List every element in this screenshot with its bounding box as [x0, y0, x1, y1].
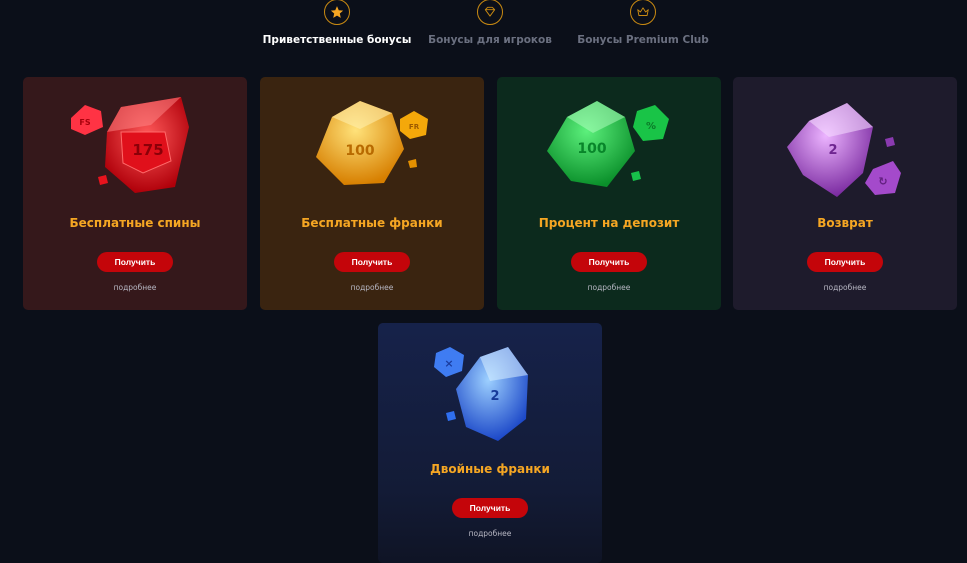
- get-bonus-button[interactable]: Получить: [452, 498, 528, 518]
- get-bonus-button[interactable]: Получить: [571, 252, 647, 272]
- tab-label: Бонусы Premium Club: [577, 34, 709, 46]
- tab-player-bonuses[interactable]: Бонусы для игроков: [428, 0, 552, 46]
- diamond-icon: [477, 0, 503, 25]
- gem-badge: ×: [444, 357, 453, 370]
- bonus-title: Бесплатные франки: [301, 216, 443, 230]
- get-bonus-button[interactable]: Получить: [97, 252, 173, 272]
- more-link[interactable]: подробнее: [497, 283, 721, 292]
- blue-gem-icon: 2 ×: [434, 347, 528, 441]
- gem-value: 175: [132, 141, 163, 159]
- gem-badge: %: [646, 121, 656, 132]
- bonus-card-deposit-percent: 100 % Процент на депозит Получить подроб…: [497, 77, 721, 310]
- bonus-title: Бесплатные спины: [69, 216, 201, 230]
- bonus-title: Возврат: [817, 216, 873, 230]
- bonus-tabs: Приветственные бонусы Бонусы для игроков…: [0, 0, 967, 60]
- gem-badge: FS: [79, 118, 90, 127]
- gem-value: 100: [577, 141, 606, 157]
- green-gem-icon: 100 %: [547, 101, 669, 187]
- bonus-card-free-spins: FS 175 Бесплатные спины Получить подробн…: [23, 77, 247, 310]
- gem-value: 2: [490, 389, 499, 404]
- bonus-title: Процент на депозит: [538, 216, 680, 230]
- bonus-title: Двойные франки: [430, 462, 550, 476]
- star-icon: [324, 0, 350, 25]
- bonus-card-free-francs: 100 FR Бесплатные франки Получить подроб…: [260, 77, 484, 310]
- crown-icon: [630, 0, 656, 25]
- more-link[interactable]: подробнее: [260, 283, 484, 292]
- more-link[interactable]: подробнее: [378, 529, 602, 538]
- bonus-card-double-francs: 2 × Двойные франки Получить подробнее: [378, 323, 602, 563]
- tab-premium-club[interactable]: Бонусы Premium Club: [577, 0, 709, 46]
- red-gem-icon: FS 175: [71, 97, 189, 193]
- gem-value: 2: [828, 143, 837, 158]
- tab-welcome-bonuses[interactable]: Приветственные бонусы: [263, 0, 411, 46]
- tab-label: Бонусы для игроков: [428, 34, 552, 46]
- get-bonus-button[interactable]: Получить: [334, 252, 410, 272]
- gem-badge: FR: [409, 123, 420, 131]
- gold-gem-icon: 100 FR: [316, 101, 428, 185]
- bonus-card-cashback: 2 ↻ Возврат Получить подробнее: [733, 77, 957, 310]
- purple-gem-icon: 2 ↻: [787, 103, 901, 197]
- more-link[interactable]: подробнее: [733, 283, 957, 292]
- gem-value: 100: [345, 143, 374, 159]
- tab-label: Приветственные бонусы: [262, 34, 412, 46]
- gem-badge: ↻: [878, 175, 887, 188]
- get-bonus-button[interactable]: Получить: [807, 252, 883, 272]
- more-link[interactable]: подробнее: [23, 283, 247, 292]
